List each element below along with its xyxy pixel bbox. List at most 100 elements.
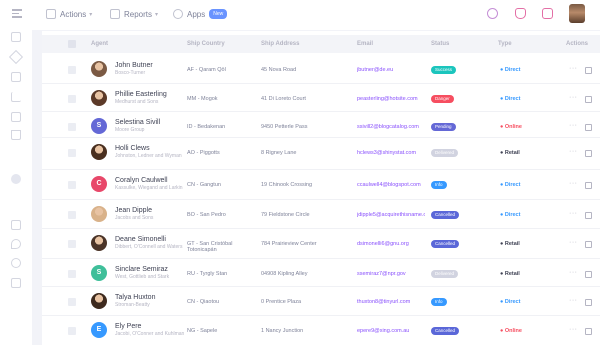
email-link[interactable]: ssemiraz7@npr.gov	[357, 271, 406, 277]
edit-icon[interactable]	[585, 124, 592, 131]
row-checkbox[interactable]	[68, 149, 76, 157]
reports-menu[interactable]: Reports ▾	[110, 6, 158, 22]
email-link[interactable]: jbutner@de.eu	[357, 67, 393, 73]
table-row[interactable]: John Butner Bosco-Turner AF - Qaram Qōl 45 …	[42, 55, 600, 84]
more-actions-icon[interactable]: ···	[569, 180, 578, 187]
apps-menu[interactable]: Apps New	[173, 6, 228, 22]
file-icon[interactable]	[11, 32, 21, 42]
gift-icon[interactable]	[542, 8, 553, 19]
agent-name: Talya Huxton	[115, 294, 156, 301]
row-checkbox[interactable]	[68, 240, 76, 248]
edit-icon[interactable]	[585, 150, 592, 157]
row-checkbox[interactable]	[68, 211, 76, 219]
col-ship-address[interactable]: Ship Address	[261, 41, 299, 47]
table-row[interactable]: S Sinclare Semiraz West, Gottlieb and Star…	[42, 259, 600, 288]
agent-name: Coralyn Caulwell	[115, 177, 168, 184]
email-link[interactable]: ssivill2@blogcatalog.com	[357, 124, 419, 130]
email-link[interactable]: jdipple5@acquirethisname.com	[357, 212, 425, 218]
chevron-down-icon: ▾	[155, 11, 159, 18]
table-row[interactable]: E Ely Pere Jacobi, O'Conner and Kuhlman NG …	[42, 316, 600, 345]
ship-address: 45 Nova Road	[261, 67, 297, 73]
status-badge: Delivered	[431, 149, 459, 157]
select-all-checkbox[interactable]	[68, 40, 76, 48]
more-actions-icon[interactable]: ···	[569, 94, 578, 101]
agent-company: Dibbert, O'Connell and Waters	[115, 244, 183, 250]
archive-icon[interactable]	[11, 278, 21, 288]
row-checkbox[interactable]	[68, 181, 76, 189]
edit-icon[interactable]	[585, 212, 592, 219]
alert-icon[interactable]	[11, 112, 21, 122]
col-agent[interactable]: Agent	[91, 41, 108, 47]
ship-address: 04908 Kipling Alley	[261, 271, 308, 277]
row-checkbox[interactable]	[68, 123, 76, 131]
row-checkbox[interactable]	[68, 66, 76, 74]
ship-country: MM - Mogok	[187, 96, 218, 102]
edit-icon[interactable]	[585, 328, 592, 335]
type-text: Direct	[504, 67, 521, 73]
type-text: Retail	[504, 150, 520, 156]
row-checkbox[interactable]	[68, 95, 76, 103]
agent-company: Medhurst and Sons	[115, 99, 159, 105]
table-row[interactable]: Phillie Easterling Medhurst and Sons MM - …	[42, 84, 600, 113]
email-link[interactable]: peasterling@hotsite.com	[357, 96, 418, 102]
reports-icon	[110, 9, 120, 19]
row-checkbox[interactable]	[68, 298, 76, 306]
email-link[interactable]: epere9@xing.com.au	[357, 328, 409, 334]
more-actions-icon[interactable]: ···	[569, 269, 578, 276]
actions-label: Actions	[60, 9, 87, 19]
menu-toggle-icon[interactable]	[12, 9, 22, 18]
chart-icon[interactable]	[11, 92, 21, 102]
drop-icon[interactable]	[11, 239, 21, 249]
more-actions-icon[interactable]: ···	[569, 297, 578, 304]
email-link[interactable]: thuxton8@tinyurl.com	[357, 299, 410, 305]
more-actions-icon[interactable]: ···	[569, 122, 578, 129]
more-actions-icon[interactable]: ···	[569, 210, 578, 217]
row-checkbox[interactable]	[68, 327, 76, 335]
status-badge: Success	[431, 66, 457, 74]
col-status[interactable]: Status	[431, 41, 449, 47]
email-link[interactable]: ccaulwell4@blogspot.com	[357, 182, 421, 188]
more-actions-icon[interactable]: ···	[569, 148, 578, 155]
agent-name: Holli Clews	[115, 145, 150, 152]
col-email[interactable]: Email	[357, 41, 373, 47]
user-avatar[interactable]	[569, 4, 585, 23]
bell-icon[interactable]	[515, 8, 526, 19]
document-icon[interactable]	[11, 220, 21, 230]
tools-icon[interactable]	[8, 49, 24, 65]
ship-address: 79 Fieldstone Circle	[261, 212, 310, 218]
col-type[interactable]: Type	[498, 41, 512, 47]
ship-country: CN - Qiaotou	[187, 299, 220, 305]
table-row[interactable]: Holli Clews Johnston, Ledner and Wyman AO …	[42, 138, 600, 167]
edit-icon[interactable]	[585, 96, 592, 103]
agent-company: Moore Group	[115, 127, 145, 133]
type-label: ● Direct	[500, 299, 520, 305]
edit-icon[interactable]	[585, 67, 592, 74]
ship-country: BO - San Pedro	[187, 212, 226, 218]
search-icon[interactable]	[487, 8, 498, 19]
row-checkbox[interactable]	[68, 270, 76, 278]
table-row[interactable]: Talya Huxton Stroman-Beatty CN - Qiaotou 0 …	[42, 287, 600, 316]
edit-icon[interactable]	[585, 241, 592, 248]
agent-company: Jacobi, O'Conner and Kuhlman	[115, 331, 185, 337]
edit-icon[interactable]	[585, 299, 592, 306]
more-actions-icon[interactable]: ···	[569, 239, 578, 246]
help-icon[interactable]	[11, 258, 21, 268]
table-row[interactable]: C Coralyn Caulwell Kassulke, Wiegand and L…	[42, 170, 600, 199]
edit-icon[interactable]	[585, 182, 592, 189]
circle-icon[interactable]	[11, 174, 21, 184]
col-ship-country[interactable]: Ship Country	[187, 41, 225, 47]
edit-icon[interactable]	[585, 271, 592, 278]
email-link[interactable]: dsimonelli6@gnu.org	[357, 241, 409, 247]
more-actions-icon[interactable]: ···	[569, 326, 578, 333]
agent-company: Stroman-Beatty	[115, 302, 150, 308]
more-actions-icon[interactable]: ···	[569, 65, 578, 72]
table-row[interactable]: Jean Dipple Jacobs and Sons BO - San Pedro…	[42, 200, 600, 229]
table-row[interactable]: Deane Simonelli Dibbert, O'Connell and Wa…	[42, 229, 600, 258]
calendar-icon[interactable]	[11, 72, 21, 82]
actions-menu[interactable]: Actions ▾	[46, 6, 92, 22]
email-link[interactable]: hclews3@shinystat.com	[357, 150, 416, 156]
type-text: Direct	[504, 182, 521, 188]
type-label: ● Direct	[500, 212, 520, 218]
warning-icon[interactable]	[11, 130, 21, 140]
reports-label: Reports	[124, 9, 153, 19]
